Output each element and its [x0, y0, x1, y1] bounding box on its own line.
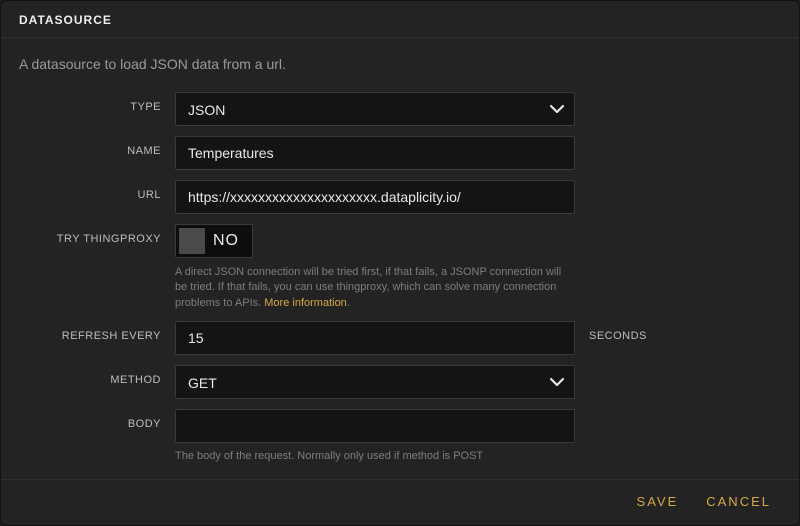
headers-add-button[interactable]: ADD	[175, 475, 201, 479]
url-label: URL	[25, 180, 175, 201]
thingproxy-label: TRY THINGPROXY	[25, 224, 175, 245]
row-thingproxy: TRY THINGPROXY NO A direct JSON connecti…	[25, 224, 775, 311]
refresh-input[interactable]	[175, 321, 575, 355]
row-refresh: REFRESH EVERY SECONDS	[25, 321, 775, 355]
type-select[interactable]: JSON	[175, 92, 575, 126]
thingproxy-help-text: A direct JSON connection will be tried f…	[175, 266, 561, 309]
thingproxy-toggle[interactable]: NO	[175, 224, 253, 258]
row-name: NAME	[25, 136, 775, 170]
body-label: BODY	[25, 409, 175, 430]
method-select-value: GET	[188, 375, 217, 391]
thingproxy-help: A direct JSON connection will be tried f…	[175, 265, 575, 311]
chevron-down-icon	[550, 104, 564, 114]
body-help: The body of the request. Normally only u…	[175, 449, 575, 464]
row-type: TYPE JSON	[25, 92, 775, 126]
cancel-button[interactable]: CANCEL	[706, 494, 771, 509]
row-url: URL	[25, 180, 775, 214]
type-select-value: JSON	[188, 102, 225, 118]
dialog-header: DATASOURCE	[1, 1, 799, 38]
method-select[interactable]: GET	[175, 365, 575, 399]
url-input[interactable]	[175, 180, 575, 214]
save-button[interactable]: SAVE	[637, 494, 679, 509]
dialog-footer: SAVE CANCEL	[1, 479, 799, 525]
body-input[interactable]	[175, 409, 575, 443]
row-method: METHOD GET	[25, 365, 775, 399]
type-label: TYPE	[25, 92, 175, 113]
chevron-down-icon	[550, 377, 564, 387]
name-label: NAME	[25, 136, 175, 157]
name-input[interactable]	[175, 136, 575, 170]
refresh-suffix: SECONDS	[575, 321, 695, 342]
datasource-form: TYPE JSON NAME URL	[1, 78, 799, 479]
method-label: METHOD	[25, 365, 175, 386]
refresh-label: REFRESH EVERY	[25, 321, 175, 342]
dialog-subtitle: A datasource to load JSON data from a ur…	[1, 38, 799, 78]
dialog-title: DATASOURCE	[19, 13, 781, 27]
toggle-knob	[179, 228, 205, 254]
row-body: BODY The body of the request. Normally o…	[25, 409, 775, 464]
datasource-dialog: DATASOURCE A datasource to load JSON dat…	[0, 0, 800, 526]
thingproxy-more-link[interactable]: More information	[264, 297, 347, 309]
thingproxy-toggle-value: NO	[205, 232, 249, 250]
